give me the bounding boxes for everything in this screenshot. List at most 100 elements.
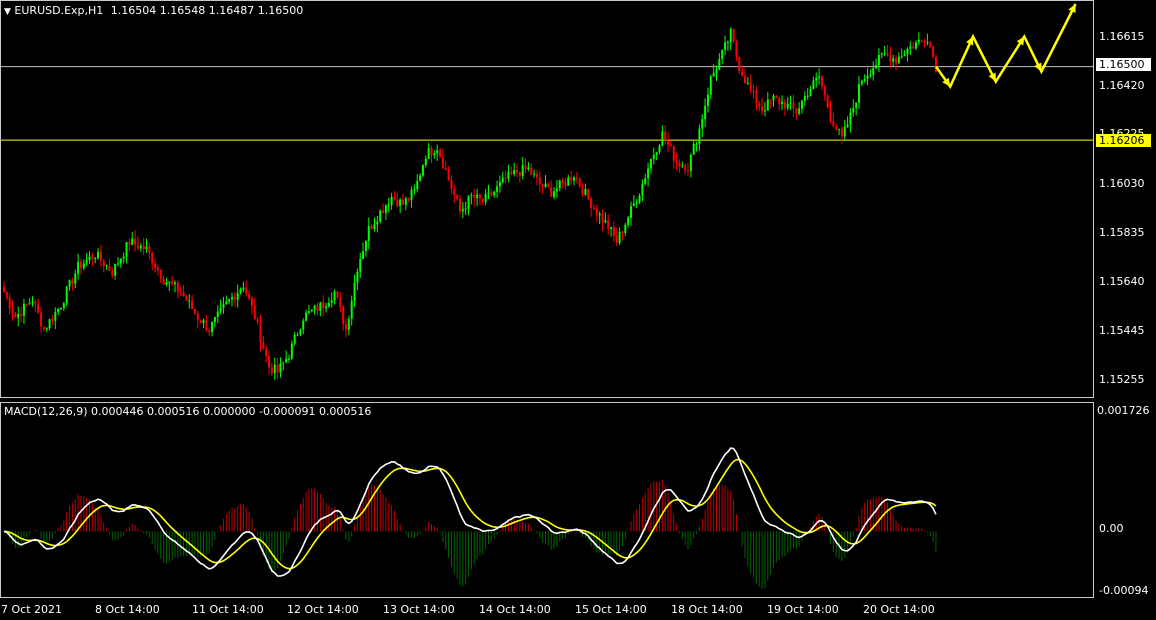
candle-body: [347, 318, 350, 330]
candle-body: [34, 301, 37, 304]
candle-body: [185, 296, 188, 301]
candle-body: [510, 171, 513, 174]
candle-body: [789, 102, 792, 104]
candle-body: [342, 306, 345, 325]
candle-body: [219, 307, 222, 312]
candle-body: [68, 280, 71, 287]
candle-body: [322, 302, 325, 309]
candle-body: [231, 297, 233, 300]
candle-body: [276, 364, 279, 373]
candle-body: [79, 261, 82, 269]
candle-body: [763, 110, 766, 112]
candle-body: [863, 78, 866, 81]
candle-body: [245, 287, 248, 294]
candle-body: [310, 309, 313, 312]
candle-body: [849, 112, 852, 125]
candle-body: [353, 282, 356, 301]
candle-body: [31, 301, 34, 304]
candle-body: [550, 187, 553, 197]
candle-body: [860, 80, 863, 85]
candle-body: [496, 186, 499, 192]
candle-body: [732, 29, 735, 42]
candle-body: [866, 75, 869, 79]
candle-body: [102, 260, 105, 267]
candle-body: [407, 198, 410, 200]
candle-body: [191, 300, 194, 310]
candle-body: [752, 90, 755, 92]
candle-body: [62, 303, 65, 309]
candle-body: [268, 355, 271, 368]
candle-body: [162, 278, 165, 285]
candle-body: [701, 119, 704, 129]
candle-body: [903, 54, 906, 57]
candle-body: [915, 42, 917, 49]
candle-body: [889, 54, 892, 62]
candle-body: [390, 196, 393, 205]
macd-scale-tick: 0.00: [1099, 522, 1124, 535]
candle-body: [772, 95, 775, 101]
candle-body: [513, 169, 516, 174]
candle-body: [248, 293, 251, 299]
candle-body: [5, 291, 8, 298]
candle-body: [65, 286, 68, 304]
candle-body: [558, 180, 561, 189]
candle-body: [661, 131, 664, 146]
price-tick: 1.16615: [1099, 30, 1145, 43]
chart-menu-icon[interactable]: ▼: [4, 7, 11, 17]
candle-body: [917, 39, 920, 43]
candle-body: [478, 194, 481, 199]
candle-body: [761, 106, 764, 112]
candle-body: [134, 238, 137, 245]
candle-body: [909, 46, 912, 49]
current-price-label: 1.16500: [1096, 58, 1151, 71]
candle-body: [744, 76, 746, 84]
candle-body: [741, 71, 744, 77]
candle-body: [892, 58, 895, 62]
candle-body: [384, 205, 387, 213]
candle-body: [325, 306, 328, 309]
time-tick: 7 Oct 2021: [1, 603, 63, 616]
candle-body: [122, 256, 125, 259]
candle-body: [165, 282, 168, 285]
candle-body: [333, 291, 336, 301]
candle-body: [182, 292, 185, 297]
candle-body: [553, 191, 556, 197]
time-tick: 20 Oct 14:00: [863, 603, 935, 616]
candle-body: [783, 101, 786, 109]
candle-body: [91, 256, 94, 259]
candle-body: [28, 303, 31, 305]
candle-body: [758, 102, 761, 107]
candle-body: [897, 56, 900, 63]
candle-body: [578, 178, 581, 187]
candle-body: [60, 308, 62, 310]
candle-body: [396, 199, 399, 207]
candle-body: [119, 258, 122, 264]
candle-body: [99, 251, 102, 261]
candle-body: [533, 173, 536, 175]
candle-body: [302, 320, 305, 330]
candle-body: [516, 169, 518, 173]
candle-body: [250, 298, 253, 307]
candle-body: [544, 183, 547, 187]
candle-body: [934, 57, 937, 73]
candle-body: [25, 303, 28, 305]
candle-body: [387, 204, 390, 206]
candle-body: [433, 153, 436, 156]
candle-body: [253, 306, 256, 320]
time-tick: 18 Oct 14:00: [671, 603, 743, 616]
price-tick: 1.15445: [1099, 324, 1145, 337]
candle-body: [695, 143, 698, 145]
candle-body: [803, 95, 806, 101]
candle-body: [567, 177, 570, 186]
candle-body: [912, 46, 915, 49]
candle-body: [929, 42, 932, 47]
macd-scale-tick: 0.001726: [1097, 404, 1150, 417]
candle-body: [721, 49, 724, 59]
candle-body: [88, 256, 91, 261]
candle-body: [527, 167, 530, 170]
candle-body: [724, 42, 727, 50]
candle-body: [262, 342, 265, 349]
candle-body: [233, 297, 236, 300]
chart-canvas: [1, 3, 1093, 589]
candle-body: [222, 304, 225, 308]
